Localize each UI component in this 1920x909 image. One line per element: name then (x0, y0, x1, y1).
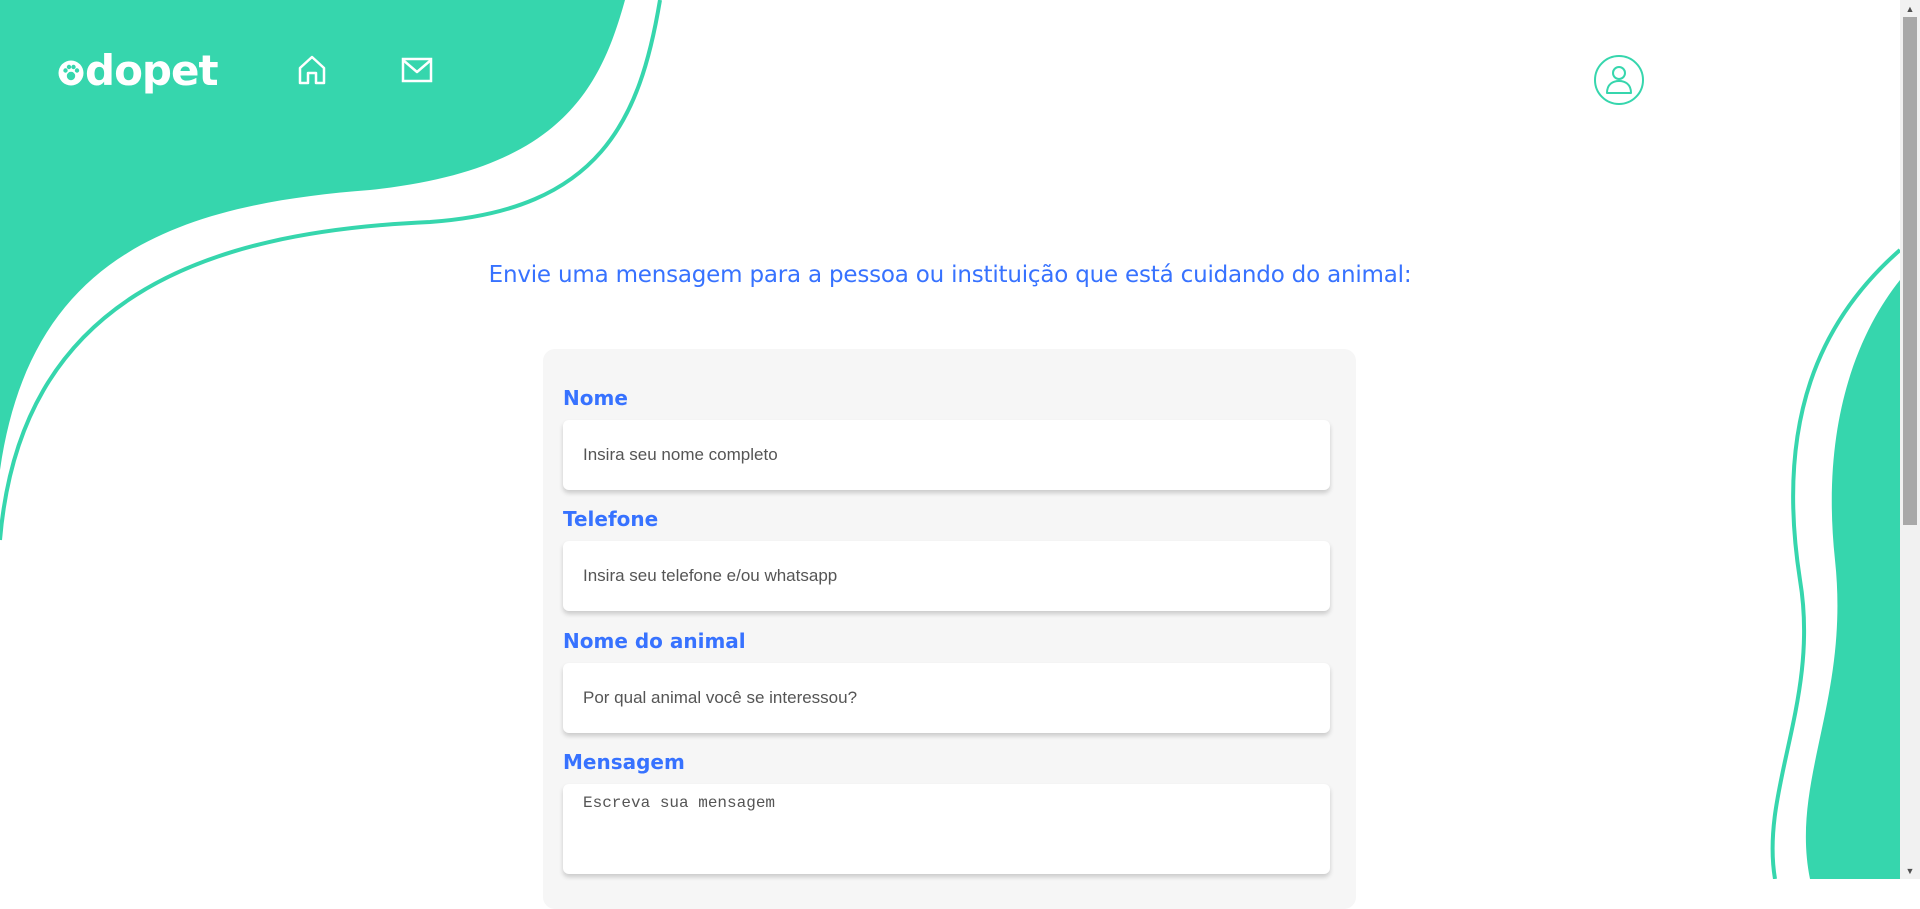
scroll-up-arrow-icon[interactable]: ▲ (1900, 0, 1920, 17)
phone-field[interactable] (563, 541, 1330, 611)
vertical-scrollbar[interactable]: ▲ ▼ (1900, 0, 1920, 879)
user-avatar-icon (1606, 66, 1632, 94)
scroll-down-arrow-icon[interactable]: ▼ (1900, 862, 1920, 879)
home-link[interactable] (294, 52, 330, 88)
animal-name-field[interactable] (563, 663, 1330, 733)
name-label: Nome (563, 386, 628, 410)
message-label: Mensagem (563, 750, 685, 774)
logo-text: dopet (85, 46, 219, 95)
name-field[interactable] (563, 420, 1330, 490)
right-wave (1805, 280, 1900, 879)
phone-label: Telefone (563, 507, 659, 531)
user-avatar-button[interactable] (1594, 55, 1644, 105)
messages-link[interactable] (399, 52, 435, 88)
mail-icon (401, 57, 433, 83)
top-header: dopet (0, 0, 1900, 150)
contact-form: Nome Telefone Nome do animal Mensagem (543, 349, 1356, 909)
adopet-logo[interactable]: dopet (58, 46, 219, 96)
home-icon (298, 55, 326, 85)
page-headline: Envie uma mensagem para a pessoa ou inst… (488, 262, 1412, 288)
scroll-thumb[interactable] (1903, 17, 1917, 525)
animal-name-label: Nome do animal (563, 629, 746, 653)
paw-icon (58, 60, 84, 86)
message-field[interactable] (563, 784, 1330, 874)
